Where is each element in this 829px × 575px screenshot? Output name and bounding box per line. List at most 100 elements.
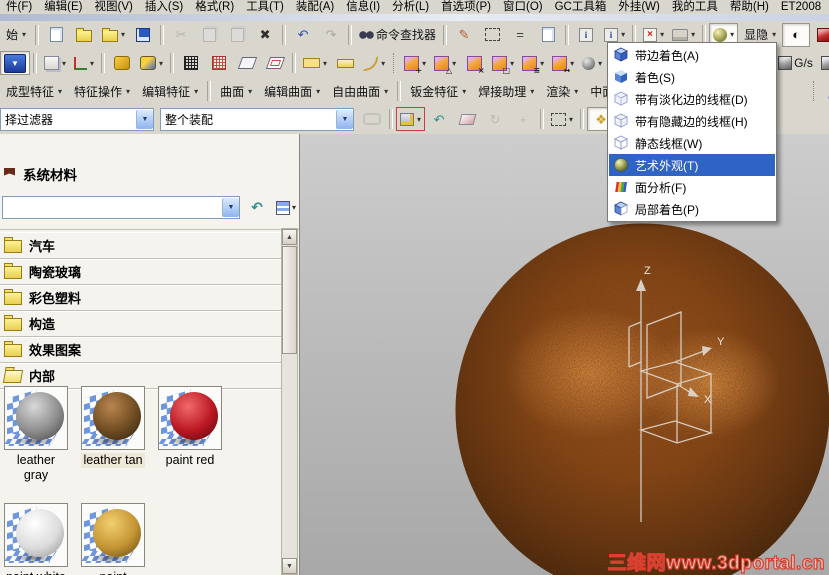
- material-thumbnail[interactable]: [81, 503, 145, 567]
- info-button[interactable]: [572, 23, 600, 47]
- gray-sphere-button[interactable]: ▾: [578, 51, 606, 75]
- material-thumbnail[interactable]: [158, 386, 222, 450]
- feature-measure-button[interactable]: ↔ ▾: [548, 51, 578, 75]
- combo-arrow-icon[interactable]: ▼: [222, 198, 239, 217]
- tab-edit-features[interactable]: 编辑特征 ▾: [136, 80, 204, 102]
- constraint-button[interactable]: =: [506, 23, 534, 47]
- menu-et2008[interactable]: ET2008: [775, 0, 827, 14]
- menu-window[interactable]: 窗口(O): [497, 0, 549, 14]
- tab-feature-ops[interactable]: 特征操作 ▾: [68, 80, 136, 102]
- tab-sheet-metal[interactable]: 钣金特征 ▾: [404, 80, 472, 102]
- start-button[interactable]: 始 ▾: [0, 24, 32, 46]
- menu-analysis[interactable]: 分析(L): [386, 0, 435, 14]
- materials-search-combo[interactable]: ▼: [2, 196, 240, 219]
- scrollbar-thumb[interactable]: [282, 246, 297, 354]
- menu-insert[interactable]: 插入(S): [139, 0, 189, 14]
- tab-edit-surface[interactable]: 编辑曲面 ▾: [258, 80, 326, 102]
- category-effect-patterns[interactable]: 效果图案: [0, 337, 281, 363]
- appearance-doc-button[interactable]: [534, 23, 562, 47]
- view-dropdown-button[interactable]: [0, 51, 30, 75]
- new-document-button[interactable]: [42, 23, 70, 47]
- menu-item-face-analysis[interactable]: 面分析(F): [609, 176, 775, 198]
- materials-refresh-button[interactable]: ↶: [245, 197, 269, 219]
- material-paint-gold[interactable]: paint: [79, 503, 147, 575]
- category-automobile[interactable]: 汽车: [0, 233, 281, 259]
- material-thumbnail[interactable]: [4, 503, 68, 567]
- view-cube-button[interactable]: ▾: [136, 51, 167, 75]
- feature-list-button[interactable]: ≡ ▾: [518, 51, 548, 75]
- feature-copy-button[interactable]: □ ▾: [488, 51, 518, 75]
- menu-help[interactable]: 帮助(H): [724, 0, 775, 14]
- grid-button[interactable]: [177, 51, 205, 75]
- menu-item-shaded-with-edges[interactable]: 带边着色(A): [609, 44, 775, 66]
- tab-form-features[interactable]: 成型特征 ▾: [0, 80, 68, 102]
- command-finder-button[interactable]: 命令查找器: [355, 23, 440, 47]
- scroll-down-button[interactable]: ▼: [282, 558, 297, 574]
- menu-format[interactable]: 格式(R): [189, 0, 240, 14]
- feature-check-button[interactable]: △ ▾: [430, 51, 460, 75]
- layers-button[interactable]: ▾: [40, 51, 70, 75]
- material-leather-tan[interactable]: leather tan: [79, 386, 147, 483]
- menu-tools[interactable]: 工具(T): [240, 0, 290, 14]
- material-thumbnail[interactable]: [81, 386, 145, 450]
- combo-arrow-icon[interactable]: ▼: [336, 109, 353, 129]
- plane-grid-button[interactable]: [261, 51, 289, 75]
- material-leather-gray[interactable]: leather gray: [2, 386, 70, 483]
- curve-tool-button[interactable]: ƒ▾: [820, 79, 829, 103]
- select-rect-button[interactable]: ▾: [547, 107, 577, 131]
- menu-preferences[interactable]: 首选项(P): [435, 0, 497, 14]
- undo-button[interactable]: ↶: [289, 23, 317, 47]
- gs-toggle-button[interactable]: G/s: [774, 51, 817, 75]
- menu-item-wireframe-faded[interactable]: 带有淡化边的线框(D): [609, 88, 775, 110]
- menu-item-artistic-appearance[interactable]: 艺术外观(T): [609, 154, 775, 176]
- work-plane-button[interactable]: [233, 51, 261, 75]
- link-button[interactable]: [358, 107, 386, 131]
- eraser-button[interactable]: [453, 107, 481, 131]
- menu-information[interactable]: 信息(I): [340, 0, 386, 14]
- paste-button[interactable]: [223, 23, 251, 47]
- menu-my-tools[interactable]: 我的工具: [666, 0, 724, 14]
- snap-box-button[interactable]: [478, 23, 506, 47]
- category-ceramic-glass[interactable]: 陶瓷玻璃: [0, 259, 281, 285]
- menu-edit[interactable]: 编辑(E): [38, 0, 88, 14]
- menu-item-partial-shading[interactable]: 局部着色(P): [609, 198, 775, 220]
- feature-add-button[interactable]: + ▾: [400, 51, 430, 75]
- material-thumbnail[interactable]: [4, 386, 68, 450]
- grid-snap-button[interactable]: [205, 51, 233, 75]
- category-construction[interactable]: 构造: [0, 311, 281, 337]
- category-colored-plastic[interactable]: 彩色塑料: [0, 285, 281, 311]
- menu-file[interactable]: 件(F): [0, 0, 38, 14]
- copy-button[interactable]: [195, 23, 223, 47]
- dimension-button[interactable]: ▾: [299, 51, 331, 75]
- reorient-button[interactable]: ↻: [481, 107, 509, 131]
- redo-button[interactable]: ↷: [317, 23, 345, 47]
- section-view-button[interactable]: ◐: [782, 22, 811, 47]
- menu-item-wireframe-hidden[interactable]: 带有隐藏边的线框(H): [609, 110, 775, 132]
- tab-surface[interactable]: 曲面 ▾: [214, 80, 258, 102]
- menu-gc-toolbox[interactable]: GC工具箱: [549, 0, 613, 14]
- tab-weld-assist[interactable]: 焊接助理 ▾: [472, 80, 540, 102]
- magnet-button[interactable]: ▾: [396, 107, 426, 131]
- menu-item-static-wireframe[interactable]: 静态线框(W): [609, 132, 775, 154]
- menu-view[interactable]: 视图(V): [89, 0, 139, 14]
- combo-arrow-icon[interactable]: ▼: [136, 109, 153, 129]
- selection-filter-combo[interactable]: 择过滤器 ▼: [0, 107, 154, 131]
- material-paint-white[interactable]: paint white: [2, 503, 70, 575]
- sketch-button[interactable]: ✎: [450, 23, 478, 47]
- tab-freeform[interactable]: 自由曲面 ▾: [326, 80, 394, 102]
- feature-delete-button[interactable]: ×: [460, 51, 488, 75]
- fillet-button[interactable]: ▾: [359, 51, 389, 75]
- tab-render[interactable]: 渲染 ▾: [540, 80, 584, 102]
- materials-viewmode-button[interactable]: ▾: [274, 197, 298, 219]
- delete-button[interactable]: ✖: [251, 23, 279, 47]
- scope-combo[interactable]: 整个装配 ▼: [160, 107, 354, 131]
- transform-button[interactable]: +: [509, 107, 537, 131]
- scroll-up-button[interactable]: ▲: [282, 229, 297, 245]
- open-button[interactable]: [70, 23, 98, 47]
- os-toggle-button[interactable]: O/s: [817, 51, 829, 75]
- open-recent-button[interactable]: ▾: [98, 23, 129, 47]
- save-button[interactable]: [129, 23, 157, 47]
- coordinate-button[interactable]: ▾: [70, 51, 98, 75]
- reset-button[interactable]: ↶: [425, 107, 453, 131]
- menu-addons[interactable]: 外挂(W): [612, 0, 666, 14]
